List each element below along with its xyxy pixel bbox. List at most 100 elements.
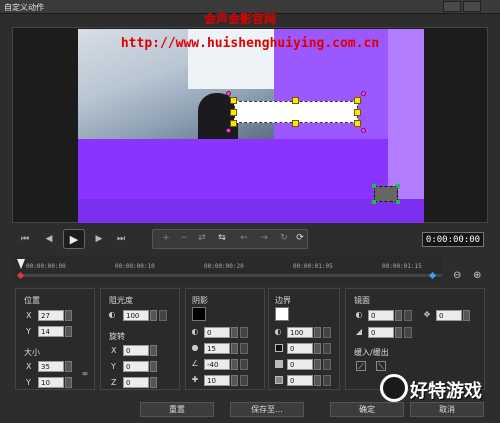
mirror-opacity-stepper[interactable] <box>395 310 402 321</box>
rotate-handle[interactable] <box>361 128 366 133</box>
rotate-handle[interactable] <box>226 128 231 133</box>
shadow-opacity-input[interactable]: 0 <box>204 327 230 338</box>
border-color-swatch[interactable] <box>275 307 289 321</box>
shadow-blur-input[interactable]: 15 <box>204 343 230 354</box>
border-opacity-stepper[interactable] <box>314 327 321 338</box>
opacity-stepper[interactable] <box>150 310 157 321</box>
opacity-input[interactable]: 100 <box>123 310 149 321</box>
refresh-icon[interactable]: ⟳ <box>293 233 307 245</box>
go-to-start-icon[interactable]: ⏮ <box>18 232 32 246</box>
border-style-checkbox[interactable] <box>275 344 283 352</box>
shadow-angle-dropdown[interactable] <box>240 359 248 370</box>
border-softness-stepper[interactable] <box>314 375 321 386</box>
rotation-z-input[interactable]: 0 <box>123 377 149 388</box>
remove-keyframe-icon[interactable]: − <box>177 233 191 245</box>
mirror-fade-stepper[interactable] <box>395 327 402 338</box>
save-to-button[interactable]: 保存至... <box>230 402 304 417</box>
resize-handle[interactable] <box>230 109 237 116</box>
ease-in-icon[interactable]: ⟋ <box>356 361 366 371</box>
timeline-ruler[interactable]: 00:00:00:00 00:00:00:10 00:00:00:20 00:0… <box>12 256 442 282</box>
rotation-x-input[interactable]: 0 <box>123 345 149 356</box>
size-y-stepper[interactable] <box>65 377 72 388</box>
shadow-opacity-dropdown[interactable] <box>240 327 248 338</box>
resize-handle[interactable] <box>292 120 299 127</box>
resize-handle[interactable] <box>292 97 299 104</box>
mirror-offset-input[interactable]: 0 <box>436 310 462 321</box>
position-x-stepper[interactable] <box>65 310 72 321</box>
position-x-input[interactable]: 27 <box>38 310 64 321</box>
size-x-input[interactable]: 35 <box>38 361 64 372</box>
resize-handle[interactable] <box>354 109 361 116</box>
resize-handle[interactable] <box>354 97 361 104</box>
position-y-stepper[interactable] <box>65 326 72 337</box>
reverse-keyframes-icon[interactable]: ⇄ <box>195 233 209 245</box>
border-width-dropdown[interactable] <box>323 343 331 354</box>
border-fill-checkbox[interactable] <box>275 360 283 368</box>
border-opacity-input[interactable]: 100 <box>287 327 313 338</box>
corner-handle[interactable] <box>372 200 376 204</box>
shadow-blur-stepper[interactable] <box>231 343 238 354</box>
playhead-marker[interactable] <box>17 259 25 269</box>
border-softness-input[interactable]: 0 <box>287 375 313 386</box>
size-x-stepper[interactable] <box>65 361 72 372</box>
corner-handle[interactable] <box>396 184 400 188</box>
ok-button[interactable]: 确定 <box>330 402 404 417</box>
shadow-distance-dropdown[interactable] <box>240 375 248 386</box>
mirror-opacity-dropdown[interactable] <box>404 310 412 321</box>
corner-handle[interactable] <box>396 200 400 204</box>
shadow-distance-stepper[interactable] <box>231 375 238 386</box>
previous-frame-icon[interactable]: ◀ <box>42 232 56 246</box>
border-width-input[interactable]: 0 <box>287 343 313 354</box>
rotation-y-input[interactable]: 0 <box>123 361 149 372</box>
reset-button[interactable]: 重置 <box>140 402 214 417</box>
resize-handle[interactable] <box>230 120 237 127</box>
shadow-color-swatch[interactable] <box>192 307 206 321</box>
goto-keyframe-icon[interactable]: ↻ <box>277 233 291 245</box>
resize-handle[interactable] <box>230 97 237 104</box>
cancel-button[interactable]: 取消 <box>410 402 484 417</box>
rotation-x-stepper[interactable] <box>150 345 157 356</box>
zoom-out-icon[interactable]: ⊖ <box>453 270 465 282</box>
play-button[interactable]: ▶ <box>63 229 85 249</box>
border-opacity-dropdown[interactable] <box>323 327 331 338</box>
resize-handle[interactable] <box>354 120 361 127</box>
border-radius-input[interactable]: 0 <box>287 359 313 370</box>
swap-keyframes-icon[interactable]: ⇆ <box>215 233 229 245</box>
corner-handle[interactable] <box>372 184 376 188</box>
move-left-icon[interactable]: ← <box>237 233 251 245</box>
shadow-angle-stepper[interactable] <box>231 359 238 370</box>
timeline-track[interactable] <box>18 274 442 277</box>
shadow-blur-dropdown[interactable] <box>240 343 248 354</box>
minimize-button[interactable] <box>443 1 461 12</box>
shadow-angle-input[interactable]: -40 <box>204 359 230 370</box>
border-corner-checkbox[interactable] <box>275 376 283 384</box>
border-softness-dropdown[interactable] <box>323 375 331 386</box>
position-y-input[interactable]: 14 <box>38 326 64 337</box>
border-width-stepper[interactable] <box>314 343 321 354</box>
mirror-fade-dropdown[interactable] <box>404 327 412 338</box>
shadow-distance-input[interactable]: 10 <box>204 375 230 386</box>
add-keyframe-icon[interactable]: + <box>159 233 173 245</box>
link-ratio-icon[interactable]: ∞ <box>80 369 90 379</box>
move-right-icon[interactable]: → <box>257 233 271 245</box>
secondary-overlay[interactable] <box>374 186 398 202</box>
rotate-handle[interactable] <box>226 91 231 96</box>
mirror-opacity-input[interactable]: 0 <box>368 310 394 321</box>
mirror-fade-input[interactable]: 0 <box>368 327 394 338</box>
next-frame-icon[interactable]: ▶ <box>92 232 106 246</box>
rotation-z-stepper[interactable] <box>150 377 157 388</box>
zoom-in-icon[interactable]: ⊕ <box>473 270 485 282</box>
shadow-opacity-stepper[interactable] <box>231 327 238 338</box>
size-y-input[interactable]: 10 <box>38 377 64 388</box>
border-radius-dropdown[interactable] <box>323 359 331 370</box>
go-to-end-icon[interactable]: ⏭ <box>114 232 128 246</box>
opacity-dropdown[interactable] <box>159 310 167 321</box>
mirror-offset-stepper[interactable] <box>463 310 470 321</box>
rotation-y-stepper[interactable] <box>150 361 157 372</box>
timecode-display[interactable]: 0:00:00:00 <box>422 232 484 247</box>
close-button[interactable] <box>463 1 481 12</box>
ease-out-icon[interactable]: ⟍ <box>376 361 386 371</box>
video-preview[interactable] <box>78 29 424 223</box>
border-radius-stepper[interactable] <box>314 359 321 370</box>
rotate-handle[interactable] <box>361 91 366 96</box>
